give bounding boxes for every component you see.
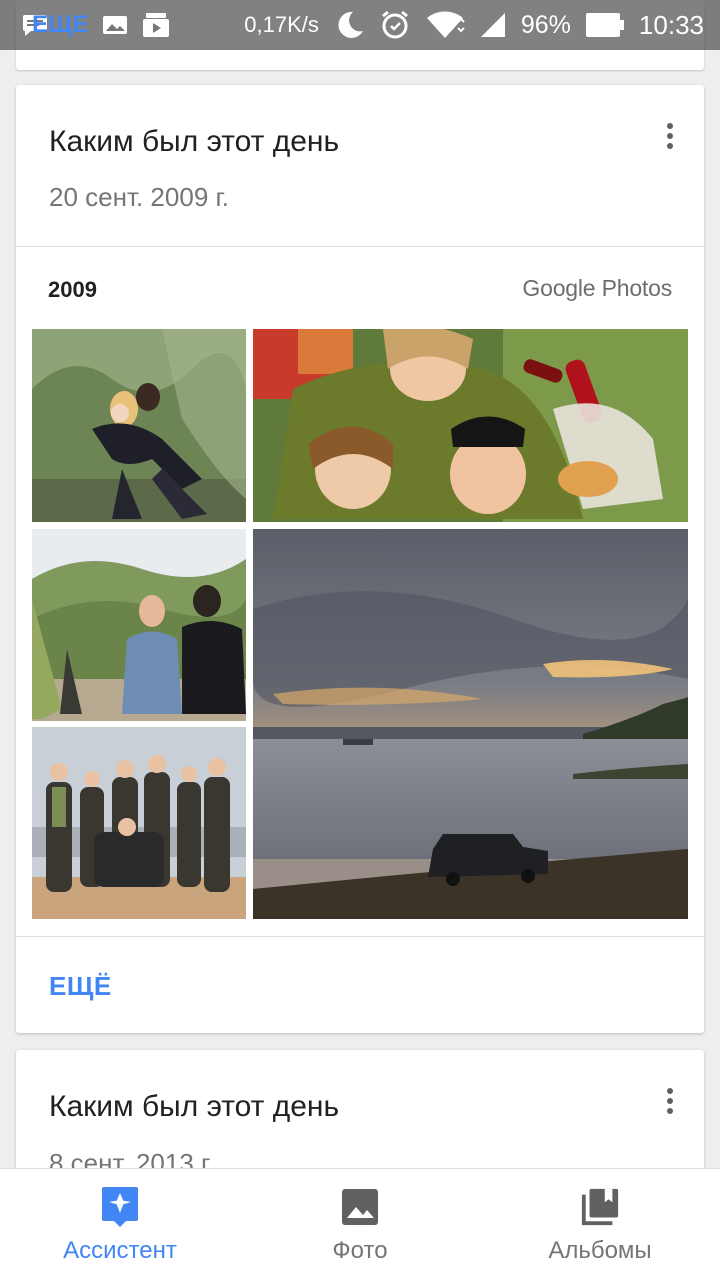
brand-google: Google xyxy=(522,275,596,301)
status-left-text: ЕЩЕ xyxy=(32,11,89,38)
assistant-icon xyxy=(100,1187,140,1227)
dot xyxy=(667,1088,673,1094)
gallery-notification-icon xyxy=(142,12,170,38)
card-title: Каким был этот день xyxy=(49,125,340,158)
collage-photo-4[interactable] xyxy=(32,727,246,919)
memory-card[interactable]: Каким был этот день 20 сент. 2009 г. 200… xyxy=(16,85,704,1033)
nav-label-assistant: Ассистент xyxy=(63,1237,177,1264)
albums-icon xyxy=(580,1187,620,1227)
wifi-icon xyxy=(425,10,465,40)
photo-icon xyxy=(340,1187,380,1227)
signal-icon xyxy=(479,11,507,39)
dot xyxy=(667,133,673,139)
bottom-navigation: Ассистент Фото Альбомы xyxy=(0,1168,720,1280)
divider xyxy=(16,936,704,937)
collage-photo-2[interactable] xyxy=(253,329,688,522)
dot xyxy=(667,1098,673,1104)
card-date: 20 сент. 2009 г. xyxy=(49,182,230,212)
network-speed: 0,17K/s xyxy=(244,12,319,37)
nav-label-photos: Фото xyxy=(332,1237,388,1264)
nav-item-albums[interactable]: Альбомы xyxy=(480,1169,720,1280)
status-bar: ЕЩЕ 0,17K/s 96% 10:33 xyxy=(0,0,720,50)
collage-photo-5[interactable] xyxy=(253,529,688,919)
image-notification-icon xyxy=(102,13,128,37)
google-photos-logo: Google Photos xyxy=(522,275,672,302)
clock: 10:33 xyxy=(638,9,704,40)
dot xyxy=(667,123,673,129)
collage-photo-3[interactable] xyxy=(32,529,246,721)
nav-item-assistant[interactable]: Ассистент xyxy=(0,1169,240,1280)
nav-item-photos[interactable]: Фото xyxy=(240,1169,480,1280)
more-button[interactable]: ЕЩЁ xyxy=(49,971,112,1002)
dot xyxy=(667,1108,673,1114)
battery-percent: 96% xyxy=(520,10,571,39)
brand-photos: Photos xyxy=(601,275,673,301)
collage-year: 2009 xyxy=(48,277,97,302)
dot xyxy=(667,143,673,149)
more-options-button[interactable] xyxy=(658,1086,682,1116)
moon-icon xyxy=(333,9,365,41)
collage-photo-1[interactable] xyxy=(32,329,246,522)
more-options-button[interactable] xyxy=(658,121,682,151)
alarm-icon xyxy=(379,9,411,41)
divider xyxy=(16,246,704,247)
card-title: Каким был этот день xyxy=(49,1090,340,1123)
battery-icon xyxy=(585,12,625,38)
nav-label-albums: Альбомы xyxy=(548,1237,652,1264)
